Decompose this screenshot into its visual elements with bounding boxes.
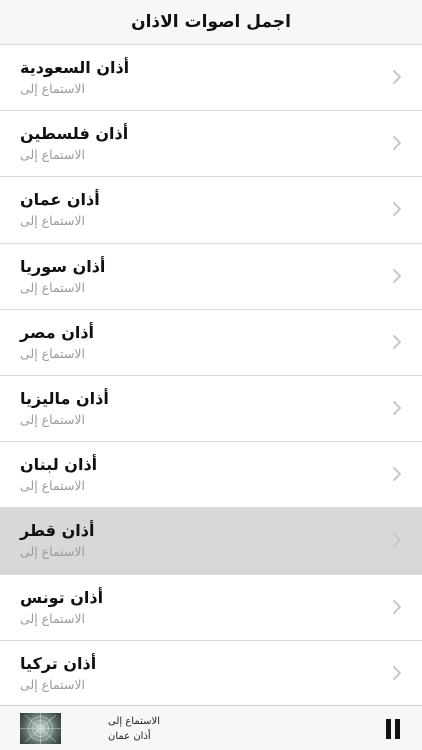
chevron-right-icon — [393, 533, 401, 548]
chevron-right-icon — [393, 268, 401, 283]
list-item[interactable]: أذان ماليزيا الاستماع إلى — [0, 375, 422, 443]
list-item[interactable]: أذان لبنان الاستماع إلى — [0, 442, 422, 509]
list-item[interactable]: أذان السعودية الاستماع إلى — [0, 45, 422, 112]
player-status: الاستماع إلى — [108, 716, 161, 727]
item-title: أذان مصر — [20, 322, 95, 342]
item-subtitle: الاستماع إلى — [20, 411, 86, 427]
chevron-right-icon — [393, 334, 401, 349]
list-item[interactable]: أذان عمان الاستماع إلى — [0, 177, 422, 244]
item-title: أذان سوريا — [20, 256, 106, 276]
player-track-title: أذان عمان — [108, 731, 151, 742]
item-title: أذان فلسطين — [20, 124, 129, 144]
album-artwork[interactable] — [20, 713, 61, 744]
pause-icon — [386, 719, 391, 739]
page-title: اجمل اصوات الاذان — [131, 12, 291, 32]
item-subtitle: الاستماع إلى — [20, 610, 86, 626]
item-subtitle: الاستماع إلى — [20, 279, 86, 295]
chevron-right-icon — [393, 136, 401, 151]
adhan-list: أذان السعودية الاستماع إلى أذان فلسطين ا… — [0, 45, 422, 707]
item-title: أذان لبنان — [20, 455, 98, 475]
chevron-right-icon — [393, 202, 401, 217]
list-item[interactable]: أذان مصر الاستماع إلى — [0, 309, 422, 376]
mini-player[interactable]: الاستماع إلى أذان عمان — [0, 705, 422, 750]
item-subtitle: الاستماع إلى — [20, 81, 86, 96]
item-title: أذان تركيا — [20, 653, 97, 673]
item-subtitle: الاستماع إلى — [20, 345, 86, 361]
chevron-right-icon — [393, 400, 401, 415]
item-subtitle: الاستماع إلى — [20, 544, 86, 560]
list-item[interactable]: أذان تونس الاستماع إلى — [0, 574, 422, 641]
item-subtitle: الاستماع إلى — [20, 213, 86, 229]
nav-bar: اجمل اصوات الاذان — [0, 0, 422, 45]
item-title: أذان ماليزيا — [20, 388, 109, 408]
list-item-selected[interactable]: أذان قطر الاستماع إلى — [0, 508, 422, 575]
list-item[interactable]: أذان سوريا الاستماع إلى — [0, 243, 422, 310]
item-title: أذان تونس — [20, 587, 104, 607]
chevron-right-icon — [393, 599, 401, 614]
chevron-right-icon — [393, 665, 401, 680]
pause-icon-bar — [395, 719, 400, 739]
list-item[interactable]: أذان فلسطين الاستماع إلى — [0, 111, 422, 178]
list-item[interactable]: أذان تركيا الاستماع إلى — [0, 640, 422, 707]
item-subtitle: الاستماع إلى — [20, 147, 86, 163]
item-subtitle: الاستماع إلى — [20, 676, 86, 692]
item-title: أذان عمان — [20, 190, 100, 210]
chevron-right-icon — [393, 467, 401, 482]
item-subtitle: الاستماع إلى — [20, 478, 86, 494]
item-title: أذان قطر — [20, 521, 95, 541]
pause-button[interactable] — [384, 719, 402, 739]
item-title: أذان السعودية — [20, 58, 130, 77]
chevron-right-icon — [393, 70, 401, 84]
